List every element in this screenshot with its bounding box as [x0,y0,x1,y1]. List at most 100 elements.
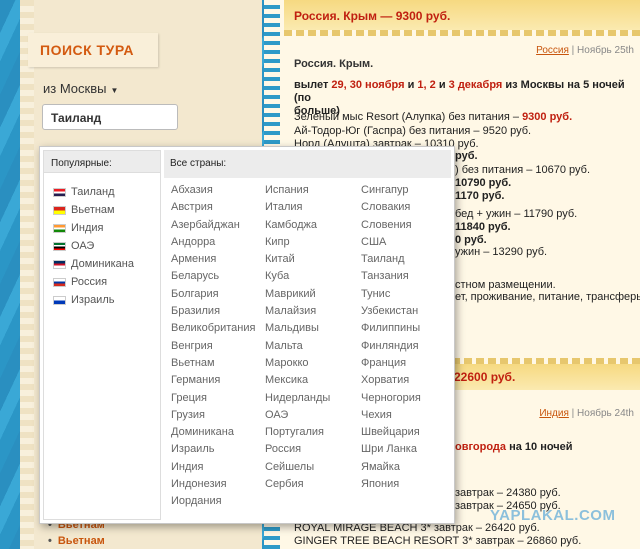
country-option[interactable]: Шри Ланка [361,443,421,460]
panel-border [20,0,34,549]
popular-country-label: Индия [71,222,104,234]
popular-country-item[interactable]: Вьетнам [53,201,160,219]
country-column: Абхазия Австрия Азербайджан Андорра Армения Б… [171,184,255,513]
country-option[interactable]: Венгрия [171,340,255,357]
country-option[interactable]: Мексика [265,374,330,391]
popular-country-item[interactable]: Индия [53,219,160,237]
hotel-line: ) без питания – 10670 руб. [455,164,591,176]
country-option[interactable]: Ямайка [361,461,421,478]
country-option[interactable]: Италия [265,201,330,218]
country-option[interactable]: Азербайджан [171,219,255,236]
country-option[interactable]: Филиппины [361,322,421,339]
country-option[interactable]: Финляндия [361,340,421,357]
popular-country-item[interactable]: Доминикана [53,255,160,273]
category-link[interactable]: Индия [539,408,569,419]
country-column: Сингапур Словакия Словения США Таиланд Танзан… [361,184,421,495]
country-option[interactable]: Сингапур [361,184,421,201]
hotel-line: завтрак – 24380 руб. [455,487,561,499]
country-option[interactable]: Индия [171,461,255,478]
country-option[interactable]: Китай [265,253,330,270]
post-date: Ноябрь 25th [577,45,634,56]
country-option[interactable]: Армения [171,253,255,270]
country-option[interactable]: Марокко [265,357,330,374]
country-option[interactable]: Мальта [265,340,330,357]
country-option[interactable]: Португалия [265,426,330,443]
all-countries-panel: Все страны: Абхазия Австрия Азербайджан Анд… [164,150,451,518]
country-option[interactable]: Куба [265,270,330,287]
country-option[interactable]: Швейцария [361,426,421,443]
country-option[interactable]: Черногория [361,392,421,409]
popular-country-item[interactable]: Израиль [53,291,160,309]
hotel-line: бед + ужин – 11790 руб. [455,208,578,220]
popular-list: Таиланд Вьетнам Индия ОАЭ Доминикана Россия Из… [44,173,160,309]
popular-country-label: ОАЭ [71,240,95,252]
flag-icon [53,223,66,233]
country-option[interactable]: Словения [361,219,421,236]
departure-city-select[interactable]: из Москвы ▼ [43,81,118,96]
country-option[interactable]: Россия [265,443,330,460]
country-option[interactable]: Танзания [361,270,421,287]
post-meta: Индия | Ноябрь 24th [539,408,634,419]
dropdown-arrow-icon: ▼ [110,86,119,95]
popular-country-label: Россия [71,276,108,288]
country-option[interactable]: Андорра [171,236,255,253]
country-option[interactable]: Нидерланды [265,392,330,409]
country-option[interactable]: Франция [361,357,421,374]
country-option[interactable]: Доминикана [171,426,255,443]
country-option[interactable]: ОАЭ [265,409,330,426]
hotel-line: ет, проживание, питание, трансферы [455,291,640,303]
country-option[interactable]: Израиль [171,443,255,460]
country-column: Испания Италия Камбоджа Кипр Китай Куба Маврик… [265,184,330,495]
post-title-fragment: овгорода на 10 ночей [455,441,573,453]
country-option[interactable]: Тунис [361,288,421,305]
country-option[interactable]: Чехия [361,409,421,426]
country-select-input[interactable]: Таиланд [42,104,178,130]
country-option[interactable]: Япония [361,478,421,495]
country-option[interactable]: Кипр [265,236,330,253]
country-option[interactable]: Словакия [361,201,421,218]
post-header-title[interactable]: Россия. Крым — 9300 руб. [294,9,450,23]
watermark-logo: YAPLAKAL.COM [490,507,616,524]
country-option[interactable]: Иордания [171,495,255,512]
hotel-line: 10790 руб. [455,177,512,189]
hotel-line: Зеленый мыс Resort (Алупка) без питания … [294,111,573,123]
country-option[interactable]: Абхазия [171,184,255,201]
country-option[interactable]: Камбоджа [265,219,330,236]
post-meta: Россия | Ноябрь 25th [536,45,634,56]
popular-country-item[interactable]: ОАЭ [53,237,160,255]
flag-icon [53,241,66,251]
hotel-line: 1170 руб. [455,190,505,202]
country-option[interactable]: Маврикий [265,288,330,305]
country-option[interactable]: Сейшелы [265,461,330,478]
search-title: ПОИСК ТУРА [40,42,135,58]
country-option[interactable]: Таиланд [361,253,421,270]
popular-countries-panel: Популярные: Таиланд Вьетнам Индия ОАЭ Домини… [43,150,161,520]
departure-city-label: из Москвы [43,81,107,96]
popular-country-item[interactable]: Россия [53,273,160,291]
country-option[interactable]: Испания [265,184,330,201]
country-option[interactable]: Великобритания [171,322,255,339]
popular-country-item[interactable]: Таиланд [53,183,160,201]
country-option[interactable]: Индонезия [171,478,255,495]
post-header-price[interactable]: 22600 руб. [454,370,515,384]
country-option[interactable]: Греция [171,392,255,409]
country-option[interactable]: Болгария [171,288,255,305]
country-option[interactable]: Хорватия [361,374,421,391]
country-option[interactable]: Беларусь [171,270,255,287]
country-option[interactable]: Германия [171,374,255,391]
country-option[interactable]: Малайзия [265,305,330,322]
country-option[interactable]: Узбекистан [361,305,421,322]
country-option[interactable]: США [361,236,421,253]
hotel-line: 11840 руб. [455,221,511,233]
popular-country-label: Вьетнам [71,204,115,216]
country-option[interactable]: Вьетнам [171,357,255,374]
country-option[interactable]: Мальдивы [265,322,330,339]
country-option[interactable]: Австрия [171,201,255,218]
country-option[interactable]: Грузия [171,409,255,426]
flag-icon [53,187,66,197]
left-link-country[interactable]: Вьетнам [48,535,105,547]
country-option[interactable]: Сербия [265,478,330,495]
country-option[interactable]: Бразилия [171,305,255,322]
category-link[interactable]: Россия [536,45,569,56]
hotel-line: руб. [455,150,478,162]
